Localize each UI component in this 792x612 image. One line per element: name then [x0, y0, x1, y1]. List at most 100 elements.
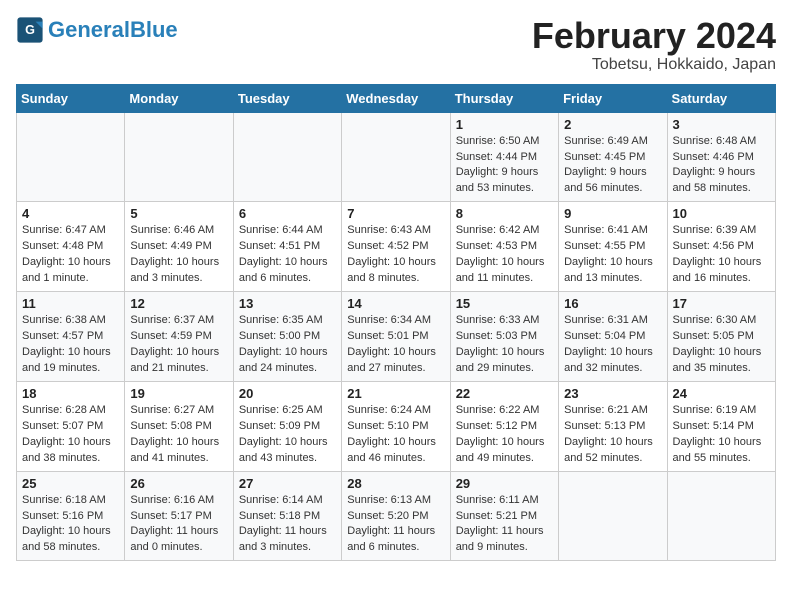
col-header-tuesday: Tuesday [233, 84, 341, 112]
calendar-cell: 20Sunrise: 6:25 AM Sunset: 5:09 PM Dayli… [233, 381, 341, 471]
day-number: 29 [456, 476, 553, 491]
day-number: 13 [239, 296, 336, 311]
calendar-cell: 19Sunrise: 6:27 AM Sunset: 5:08 PM Dayli… [125, 381, 233, 471]
calendar-cell: 1 Sunrise: 6:50 AM Sunset: 4:44 PM Daylig… [450, 112, 558, 202]
calendar-cell: 6 Sunrise: 6:44 AM Sunset: 4:51 PM Daylig… [233, 202, 341, 292]
day-info: Sunrise: 6:48 AM Sunset: 4:46 PM Dayligh… [673, 134, 770, 198]
calendar-cell: 11 Sunrise: 6:38 AM Sunset: 4:57 PM Dayli… [17, 292, 125, 382]
calendar-cell [667, 471, 775, 561]
calendar-cell: 13 Sunrise: 6:35 AM Sunset: 5:00 PM Dayli… [233, 292, 341, 382]
day-number: 3 [673, 117, 770, 132]
calendar-cell: 24 Sunrise: 6:19 AM Sunset: 5:14 PM Dayli… [667, 381, 775, 471]
day-info: Sunrise: 6:18 AM Sunset: 5:16 PM Dayligh… [22, 493, 119, 557]
calendar-cell: 2Sunrise: 6:49 AM Sunset: 4:45 PM Daylig… [559, 112, 667, 202]
calendar-cell: 21 Sunrise: 6:24 AM Sunset: 5:10 PM Dayli… [342, 381, 450, 471]
day-info: Sunrise: 6:24 AM Sunset: 5:10 PM Dayligh… [347, 403, 444, 467]
day-info: Sunrise: 6:41 AM Sunset: 4:55 PM Dayligh… [564, 223, 661, 287]
day-number: 24 [673, 386, 770, 401]
day-number: 18 [22, 386, 119, 401]
calendar-cell [125, 112, 233, 202]
week-row-1: 1 Sunrise: 6:50 AM Sunset: 4:44 PM Daylig… [17, 112, 776, 202]
day-info: Sunrise: 6:28 AM Sunset: 5:07 PM Dayligh… [22, 403, 119, 467]
calendar-cell: 8 Sunrise: 6:42 AM Sunset: 4:53 PM Daylig… [450, 202, 558, 292]
day-number: 21 [347, 386, 444, 401]
col-header-sunday: Sunday [17, 84, 125, 112]
day-number: 6 [239, 206, 336, 221]
day-number: 28 [347, 476, 444, 491]
location-subtitle: Tobetsu, Hokkaido, Japan [532, 56, 776, 74]
header-row: SundayMondayTuesdayWednesdayThursdayFrid… [17, 84, 776, 112]
calendar-cell: 7Sunrise: 6:43 AM Sunset: 4:52 PM Daylig… [342, 202, 450, 292]
week-row-3: 11 Sunrise: 6:38 AM Sunset: 4:57 PM Dayli… [17, 292, 776, 382]
calendar-cell: 26 Sunrise: 6:16 AM Sunset: 5:17 PM Dayli… [125, 471, 233, 561]
day-number: 5 [130, 206, 227, 221]
calendar-cell: 9 Sunrise: 6:41 AM Sunset: 4:55 PM Daylig… [559, 202, 667, 292]
day-info: Sunrise: 6:30 AM Sunset: 5:05 PM Dayligh… [673, 313, 770, 377]
header: G GeneralBlue February 2024 Tobetsu, Hok… [16, 16, 776, 74]
col-header-monday: Monday [125, 84, 233, 112]
calendar-cell [233, 112, 341, 202]
day-number: 4 [22, 206, 119, 221]
day-info: Sunrise: 6:27 AM Sunset: 5:08 PM Dayligh… [130, 403, 227, 467]
day-info: Sunrise: 6:11 AM Sunset: 5:21 PM Dayligh… [456, 493, 553, 557]
day-number: 12 [130, 296, 227, 311]
week-row-2: 4Sunrise: 6:47 AM Sunset: 4:48 PM Daylig… [17, 202, 776, 292]
calendar-cell: 10Sunrise: 6:39 AM Sunset: 4:56 PM Dayli… [667, 202, 775, 292]
day-info: Sunrise: 6:22 AM Sunset: 5:12 PM Dayligh… [456, 403, 553, 467]
day-number: 16 [564, 296, 661, 311]
day-number: 22 [456, 386, 553, 401]
day-info: Sunrise: 6:44 AM Sunset: 4:51 PM Dayligh… [239, 223, 336, 287]
day-info: Sunrise: 6:38 AM Sunset: 4:57 PM Dayligh… [22, 313, 119, 377]
col-header-wednesday: Wednesday [342, 84, 450, 112]
logo-text: GeneralBlue [48, 19, 178, 41]
day-info: Sunrise: 6:42 AM Sunset: 4:53 PM Dayligh… [456, 223, 553, 287]
day-info: Sunrise: 6:13 AM Sunset: 5:20 PM Dayligh… [347, 493, 444, 557]
calendar-cell: 23Sunrise: 6:21 AM Sunset: 5:13 PM Dayli… [559, 381, 667, 471]
day-number: 26 [130, 476, 227, 491]
col-header-saturday: Saturday [667, 84, 775, 112]
day-info: Sunrise: 6:14 AM Sunset: 5:18 PM Dayligh… [239, 493, 336, 557]
day-number: 20 [239, 386, 336, 401]
day-info: Sunrise: 6:43 AM Sunset: 4:52 PM Dayligh… [347, 223, 444, 287]
day-number: 17 [673, 296, 770, 311]
day-number: 9 [564, 206, 661, 221]
day-info: Sunrise: 6:46 AM Sunset: 4:49 PM Dayligh… [130, 223, 227, 287]
svg-text:G: G [25, 23, 35, 37]
calendar-cell: 15 Sunrise: 6:33 AM Sunset: 5:03 PM Dayli… [450, 292, 558, 382]
calendar-cell: 18 Sunrise: 6:28 AM Sunset: 5:07 PM Dayli… [17, 381, 125, 471]
calendar-cell: 4Sunrise: 6:47 AM Sunset: 4:48 PM Daylig… [17, 202, 125, 292]
calendar-cell: 16 Sunrise: 6:31 AM Sunset: 5:04 PM Dayli… [559, 292, 667, 382]
calendar-cell: 17 Sunrise: 6:30 AM Sunset: 5:05 PM Dayli… [667, 292, 775, 382]
day-number: 8 [456, 206, 553, 221]
calendar-cell [559, 471, 667, 561]
day-info: Sunrise: 6:31 AM Sunset: 5:04 PM Dayligh… [564, 313, 661, 377]
day-info: Sunrise: 6:16 AM Sunset: 5:17 PM Dayligh… [130, 493, 227, 557]
calendar-cell: 22 Sunrise: 6:22 AM Sunset: 5:12 PM Dayli… [450, 381, 558, 471]
calendar-cell [342, 112, 450, 202]
day-info: Sunrise: 6:34 AM Sunset: 5:01 PM Dayligh… [347, 313, 444, 377]
calendar-cell: 27Sunrise: 6:14 AM Sunset: 5:18 PM Dayli… [233, 471, 341, 561]
day-info: Sunrise: 6:39 AM Sunset: 4:56 PM Dayligh… [673, 223, 770, 287]
calendar-cell [17, 112, 125, 202]
calendar-cell: 29 Sunrise: 6:11 AM Sunset: 5:21 PM Dayli… [450, 471, 558, 561]
logo: G GeneralBlue [16, 16, 178, 44]
calendar-cell: 28 Sunrise: 6:13 AM Sunset: 5:20 PM Dayli… [342, 471, 450, 561]
calendar-table: SundayMondayTuesdayWednesdayThursdayFrid… [16, 84, 776, 562]
calendar-cell: 14 Sunrise: 6:34 AM Sunset: 5:01 PM Dayli… [342, 292, 450, 382]
calendar-cell: 12Sunrise: 6:37 AM Sunset: 4:59 PM Dayli… [125, 292, 233, 382]
day-number: 14 [347, 296, 444, 311]
day-number: 1 [456, 117, 553, 132]
title-area: February 2024 Tobetsu, Hokkaido, Japan [532, 16, 776, 74]
logo-icon: G [16, 16, 44, 44]
day-info: Sunrise: 6:19 AM Sunset: 5:14 PM Dayligh… [673, 403, 770, 467]
day-info: Sunrise: 6:49 AM Sunset: 4:45 PM Dayligh… [564, 134, 661, 198]
day-info: Sunrise: 6:50 AM Sunset: 4:44 PM Dayligh… [456, 134, 553, 198]
day-info: Sunrise: 6:33 AM Sunset: 5:03 PM Dayligh… [456, 313, 553, 377]
col-header-friday: Friday [559, 84, 667, 112]
day-number: 11 [22, 296, 119, 311]
day-number: 25 [22, 476, 119, 491]
day-number: 23 [564, 386, 661, 401]
day-info: Sunrise: 6:35 AM Sunset: 5:00 PM Dayligh… [239, 313, 336, 377]
day-number: 15 [456, 296, 553, 311]
week-row-5: 25 Sunrise: 6:18 AM Sunset: 5:16 PM Dayli… [17, 471, 776, 561]
